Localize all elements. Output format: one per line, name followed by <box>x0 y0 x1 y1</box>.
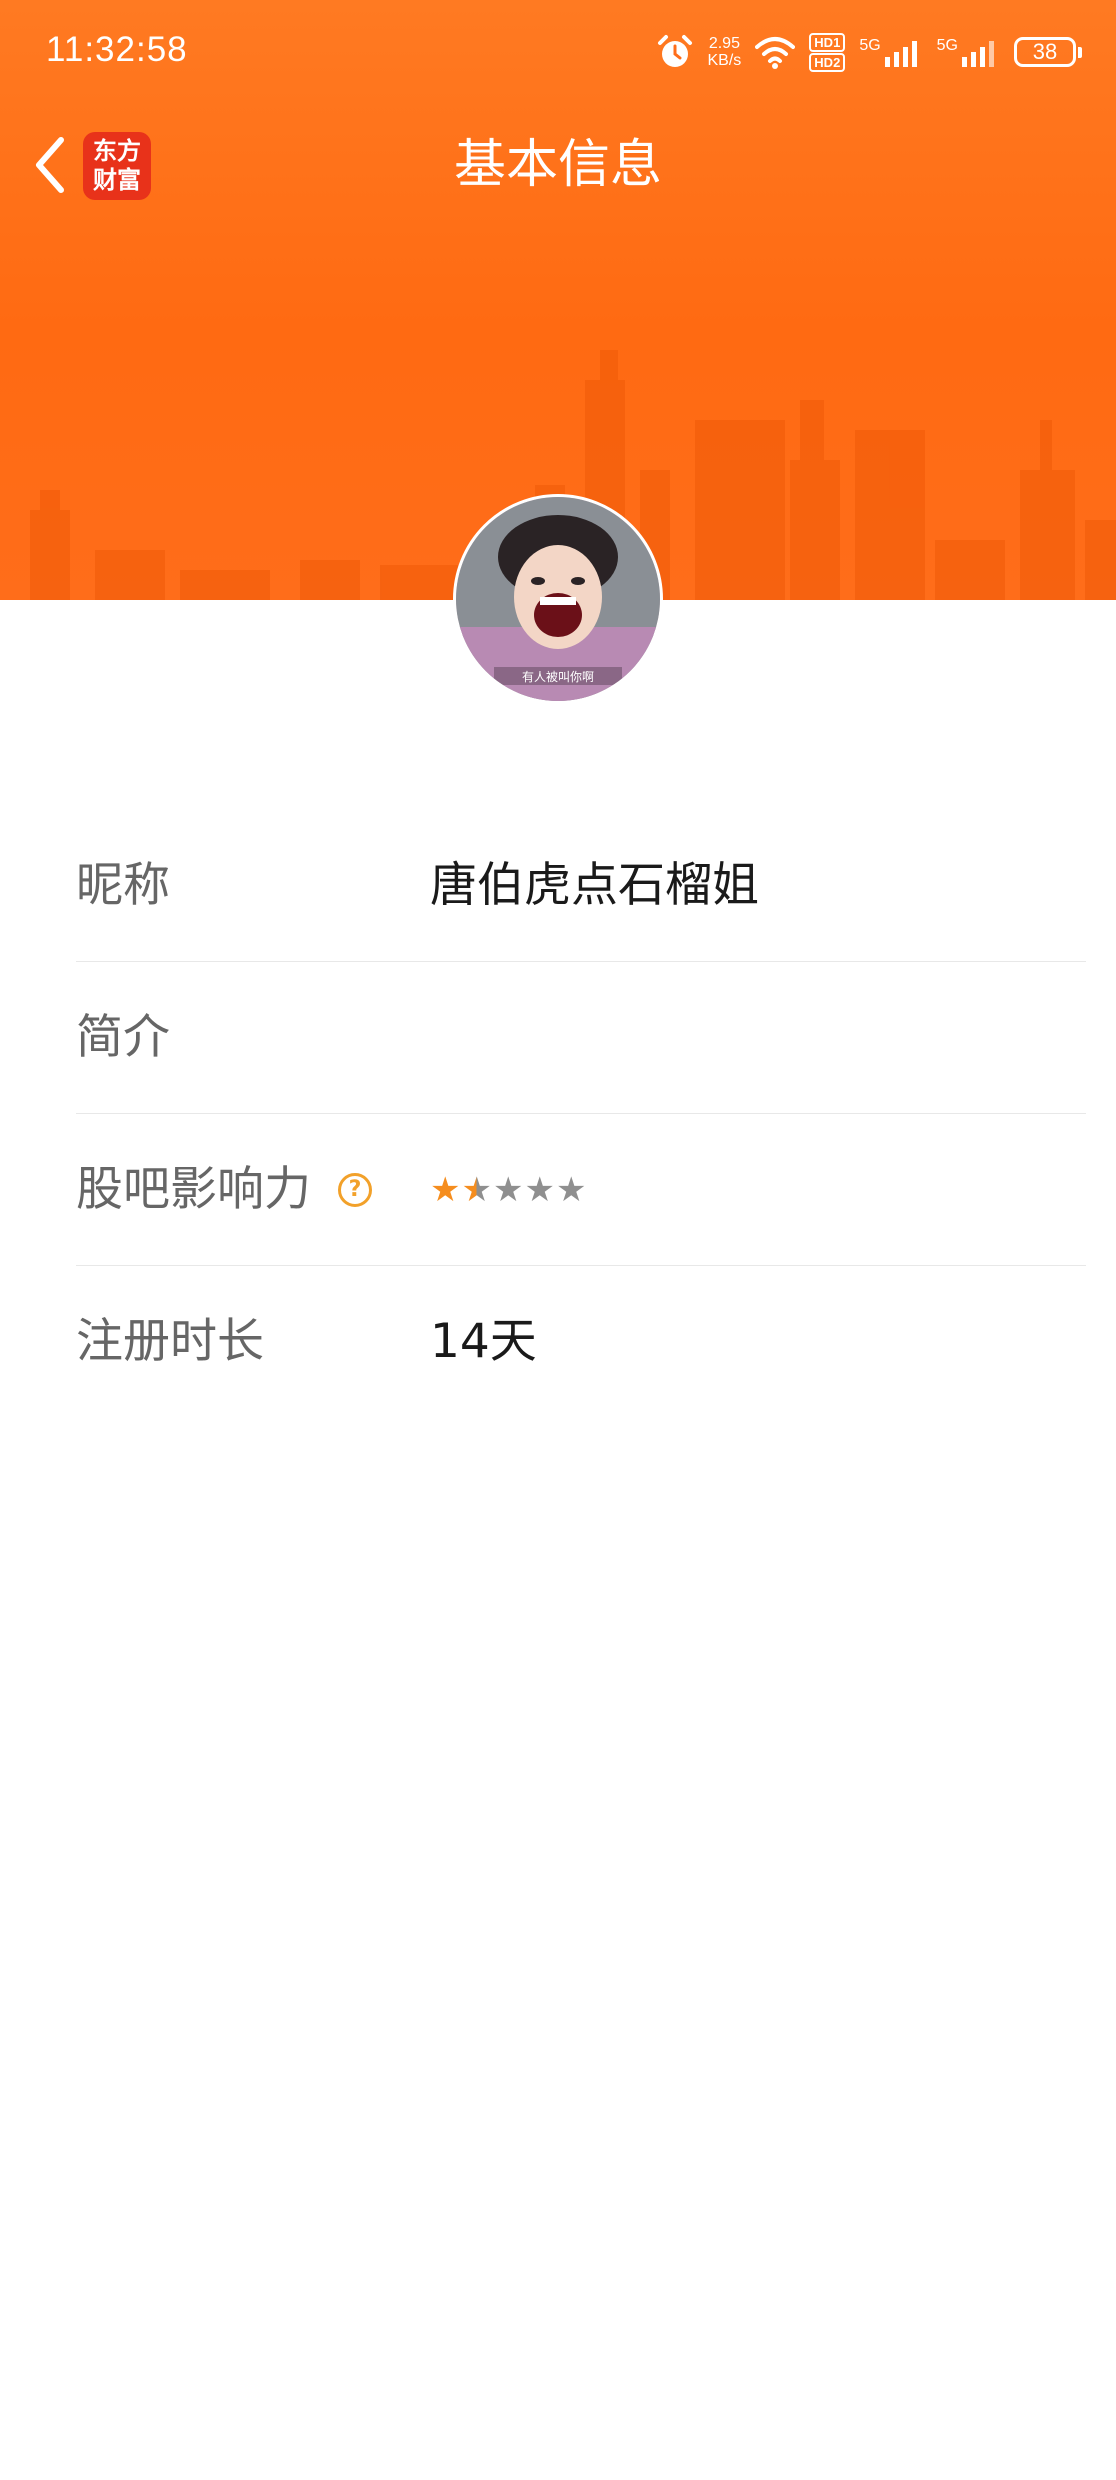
status-bar: 11:32:58 2.95 KB/s HD1 HD2 5G 5G 38 <box>0 0 1116 104</box>
sim1-network-label: 5G <box>859 37 881 54</box>
network-speed-value: 2.95 <box>708 35 740 52</box>
network-speed-unit: KB/s <box>707 52 742 69</box>
avatar-photo: 有人被叫你啊 <box>456 497 660 701</box>
hd2-badge: HD2 <box>809 52 846 72</box>
alarm-clock-icon <box>657 35 692 67</box>
rating-star-icon: ★ <box>555 1170 587 1210</box>
avatar[interactable]: 有人被叫你啊 <box>453 494 663 704</box>
signal-bars-icon <box>962 41 994 67</box>
info-list: 昵称 唐伯虎点石榴姐 简介 股吧影响力 ? ★ ★ ★ ★ ★ 注册时长 14天 <box>76 810 1086 1418</box>
avatar-caption: 有人被叫你啊 <box>522 670 594 684</box>
hd-voice-badge: HD1 HD2 <box>809 32 846 72</box>
info-row-influence: 股吧影响力 ? ★ ★ ★ ★ ★ <box>76 1114 1086 1266</box>
influence-rating: ★ ★ ★ ★ ★ <box>430 1172 586 1208</box>
rating-star-icon: ★ <box>461 1170 492 1210</box>
rating-star-icon: ★ <box>524 1170 555 1210</box>
question-circle-icon[interactable]: ? <box>338 1173 372 1207</box>
rating-star-icon: ★ <box>492 1170 524 1210</box>
bio-label: 简介 <box>76 1010 170 1065</box>
info-row-bio[interactable]: 简介 <box>76 962 1086 1114</box>
registration-duration-value: 14天 <box>430 1314 537 1369</box>
hd1-badge: HD1 <box>809 32 846 52</box>
page-title: 基本信息 <box>453 135 662 195</box>
registration-duration-label: 注册时长 <box>76 1314 264 1369</box>
info-row-registration: 注册时长 14天 <box>76 1266 1086 1418</box>
rating-star-icon: ★ <box>430 1170 461 1210</box>
status-icons: 2.95 KB/s HD1 HD2 5G 5G 38 <box>656 30 1082 74</box>
wifi-icon <box>755 37 796 69</box>
sim1-signal: 5G <box>859 37 922 67</box>
navigation-bar: 东方 财富 基本信息 <box>0 114 1116 214</box>
signal-bars-icon <box>884 41 917 67</box>
sim2-signal: 5G <box>937 37 1000 67</box>
battery-level: 38 <box>1032 39 1058 64</box>
status-time: 11:32:58 <box>46 30 188 69</box>
sim2-network-label: 5G <box>936 37 958 54</box>
influence-label: 股吧影响力 <box>76 1162 311 1217</box>
network-speed: 2.95 KB/s <box>708 35 742 69</box>
nickname-label: 昵称 <box>76 858 170 913</box>
battery-indicator: 38 <box>1014 37 1082 67</box>
info-row-nickname[interactable]: 昵称 唐伯虎点石榴姐 <box>76 810 1086 962</box>
nickname-value: 唐伯虎点石榴姐 <box>430 858 759 913</box>
